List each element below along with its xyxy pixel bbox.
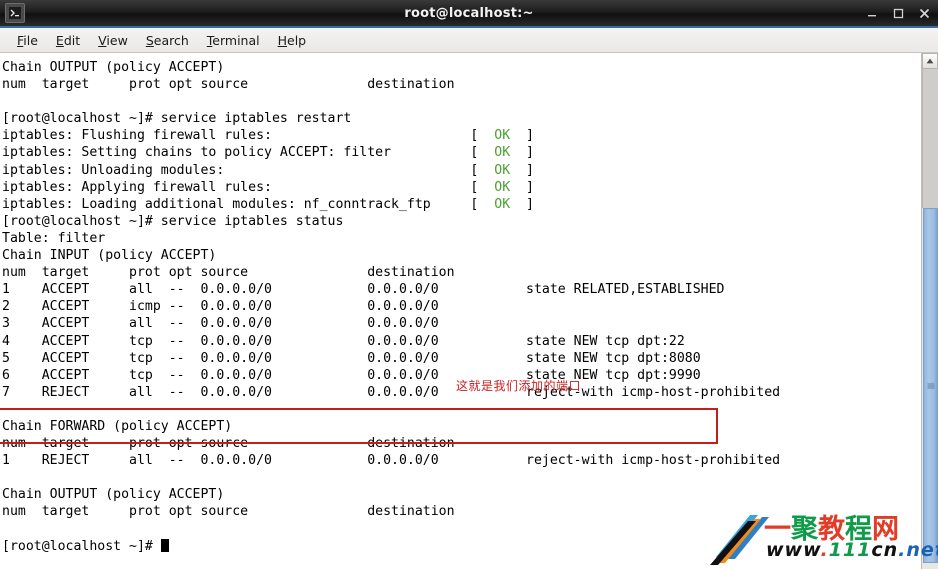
terminal-line: num target prot opt source destination [2, 265, 455, 281]
terminal-line: Chain FORWARD (policy ACCEPT) [2, 418, 233, 434]
terminal-line: 3 ACCEPT all -- 0.0.0.0/0 0.0.0.0/0 [2, 316, 439, 332]
minimize-icon[interactable] [867, 8, 880, 19]
terminal-line: [root@localhost ~]# service iptables res… [2, 111, 352, 127]
status-ok-badge: OK [494, 162, 511, 178]
terminal-output[interactable]: Chain OUTPUT (policy ACCEPT) num target p… [0, 53, 921, 569]
menu-item-help[interactable]: Help [269, 31, 316, 50]
title-bar: root@localhost:~ [0, 0, 938, 28]
scroll-up-arrow-icon[interactable] [922, 53, 938, 69]
terminal-line: 4 ACCEPT tcp -- 0.0.0.0/0 0.0.0.0/0 stat… [2, 333, 685, 349]
close-icon[interactable] [919, 8, 932, 19]
vertical-scrollbar[interactable] [921, 53, 938, 569]
terminal-line: Chain OUTPUT (policy ACCEPT) [2, 487, 225, 503]
menu-item-file[interactable]: File [8, 31, 47, 50]
terminal-line: iptables: Unloading modules: [ OK ] [2, 162, 534, 178]
scrollbar-thumb[interactable] [923, 208, 938, 563]
terminal-line: 2 ACCEPT icmp -- 0.0.0.0/0 0.0.0.0/0 [2, 299, 439, 315]
window-controls [867, 0, 932, 26]
menu-mnemonic: E [55, 32, 64, 48]
terminal-line: num target prot opt source destination [2, 77, 455, 93]
terminal-line: num target prot opt source destination [2, 436, 455, 452]
terminal-line: 1 REJECT all -- 0.0.0.0/0 0.0.0.0/0 reje… [2, 453, 781, 469]
window-title: root@localhost:~ [404, 5, 534, 21]
menu-label: elp [287, 32, 307, 48]
scrollbar-trough[interactable] [922, 69, 938, 208]
terminal-line: iptables: Applying firewall rules: [ OK … [2, 179, 534, 195]
menu-bar: File Edit View Search Terminal Help [0, 28, 938, 53]
menu-label: iew [106, 32, 128, 48]
scrollbar-grip-icon [927, 383, 934, 388]
terminal-line: iptables: Setting chains to policy ACCEP… [2, 145, 534, 161]
terminal-body: Chain OUTPUT (policy ACCEPT) num target p… [0, 53, 938, 569]
menu-mnemonic: H [277, 32, 288, 48]
terminal-line: iptables: Flushing firewall rules: [ OK … [2, 128, 534, 144]
terminal-cursor [160, 538, 169, 552]
status-ok-badge: OK [494, 196, 511, 212]
terminal-window: root@localhost:~ File Edit View Search T… [0, 0, 938, 569]
menu-item-edit[interactable]: Edit [47, 31, 89, 50]
menu-item-view[interactable]: View [89, 31, 137, 50]
terminal-line: [root@localhost ~]# [2, 538, 921, 555]
terminal-line: 5 ACCEPT tcp -- 0.0.0.0/0 0.0.0.0/0 stat… [2, 350, 701, 366]
terminal-line: [root@localhost ~]# service iptables sta… [2, 213, 344, 229]
menu-mnemonic: S [145, 32, 154, 48]
status-ok-badge: OK [494, 145, 511, 161]
terminal-line: iptables: Loading additional modules: nf… [2, 196, 534, 212]
annotation-text: 这就是我们添加的端口 [456, 379, 582, 393]
menu-label: erminal [212, 32, 260, 48]
status-ok-badge: OK [494, 179, 511, 195]
terminal-line: Chain OUTPUT (policy ACCEPT) [2, 60, 225, 75]
menu-label: ile [23, 32, 38, 48]
terminal-line: num target prot opt source destination [2, 504, 455, 520]
menu-item-search[interactable]: Search [137, 31, 198, 50]
status-ok-badge: OK [494, 128, 511, 144]
menu-item-terminal[interactable]: Terminal [198, 31, 269, 50]
menu-label: earch [153, 32, 189, 48]
terminal-icon [5, 3, 25, 23]
terminal-line: 1 ACCEPT all -- 0.0.0.0/0 0.0.0.0/0 stat… [2, 282, 725, 298]
maximize-icon[interactable] [893, 8, 906, 19]
terminal-line: Table: filter [2, 230, 106, 246]
menu-label: dit [63, 32, 81, 48]
terminal-line: Chain INPUT (policy ACCEPT) [2, 248, 217, 264]
